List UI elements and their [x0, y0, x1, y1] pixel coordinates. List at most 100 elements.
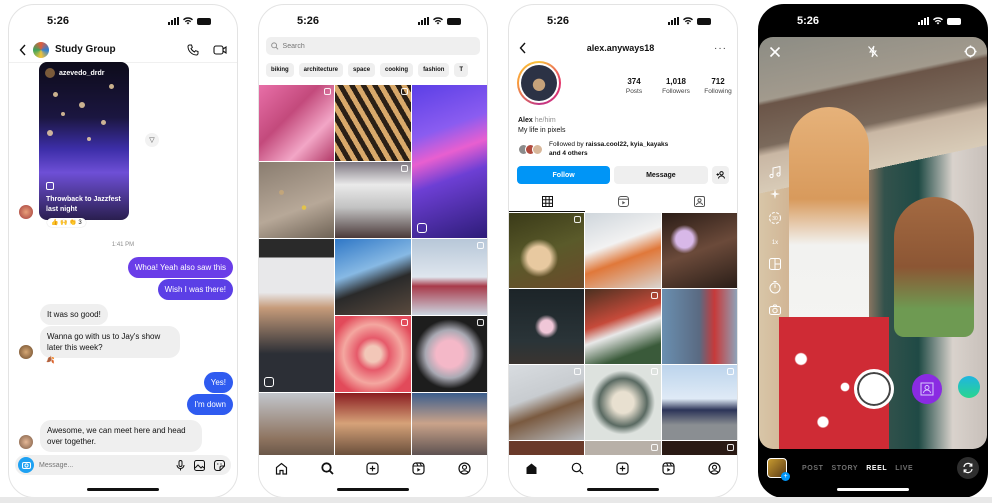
reel-icon — [264, 377, 274, 387]
message-bubble-outgoing[interactable]: Wish I was there! — [157, 279, 233, 300]
mode-reel[interactable]: REEL — [866, 465, 887, 472]
back-chevron-icon[interactable] — [19, 44, 27, 56]
speed-icon[interactable]: 30 — [768, 211, 782, 225]
shared-reel-post[interactable]: azevedo_drdr Throwback to Jazzfest last … — [39, 62, 129, 220]
profile-icon[interactable] — [458, 461, 471, 475]
gallery-icon[interactable] — [194, 459, 205, 471]
explore-tile[interactable] — [335, 316, 411, 392]
microphone-icon[interactable] — [176, 459, 185, 471]
followed-by[interactable]: Followed by raissa.cool22, kyia_kayaks a… — [518, 140, 668, 158]
follow-button[interactable]: Follow — [517, 166, 611, 184]
group-avatar[interactable] — [33, 41, 49, 58]
reel-icon — [650, 292, 658, 299]
message-button[interactable]: Message — [614, 166, 708, 184]
mode-story[interactable]: STORY — [831, 465, 858, 472]
explore-tile[interactable] — [259, 239, 335, 392]
reels-tab-icon[interactable] — [617, 195, 629, 207]
topic-chip[interactable]: architecture — [298, 63, 344, 77]
camera-button[interactable] — [18, 457, 34, 473]
mode-post[interactable]: POST — [802, 465, 823, 472]
profile-post-tile[interactable] — [585, 365, 661, 440]
explore-tile[interactable] — [335, 162, 411, 238]
effect-thumbnail[interactable] — [958, 376, 980, 398]
message-bubble-outgoing[interactable]: I'm down — [187, 394, 233, 415]
speed-label-icon[interactable]: 1x — [768, 234, 782, 248]
camera-icon[interactable] — [768, 303, 782, 317]
video-call-icon[interactable] — [213, 44, 227, 56]
home-icon[interactable] — [525, 462, 538, 475]
reels-icon[interactable] — [662, 461, 675, 475]
profile-icon[interactable] — [708, 461, 721, 475]
add-user-button[interactable] — [711, 166, 729, 184]
stat-following[interactable]: 712 Following — [697, 77, 737, 95]
message-bubble-outgoing[interactable]: Yes! — [203, 372, 233, 393]
camera-mode-selector: POST STORY REEL LIVE — [802, 465, 913, 472]
stat-label: Posts — [625, 88, 643, 95]
more-options-icon[interactable]: ··· — [714, 43, 727, 54]
message-bubble-incoming[interactable]: Awesome, we can meet here and head over … — [40, 420, 202, 452]
topic-chip[interactable]: fashion — [418, 63, 450, 77]
stat-followers[interactable]: 1,018 Followers — [655, 77, 697, 95]
explore-tile[interactable] — [259, 85, 335, 161]
search-input[interactable] — [282, 42, 475, 50]
flash-off-icon[interactable] — [867, 45, 879, 58]
conversation-title[interactable]: Study Group — [55, 44, 187, 55]
message-bubble-incoming[interactable]: Wanna go with us to Jay's show later thi… — [40, 326, 180, 358]
search-icon[interactable] — [321, 461, 334, 475]
profile-avatar-story-ring[interactable] — [517, 61, 561, 105]
profile-post-tile[interactable] — [661, 289, 737, 364]
portrait-effect-icon — [920, 382, 934, 396]
gallery-thumbnail[interactable]: + — [767, 458, 790, 481]
explore-tile[interactable] — [335, 85, 411, 161]
topic-chip[interactable]: T — [454, 63, 469, 77]
search-bar[interactable] — [266, 37, 480, 55]
followed-by-users[interactable]: raissa.cool22, kyia_kayaks — [586, 141, 669, 148]
profile-post-tile[interactable] — [509, 213, 585, 288]
topic-chip[interactable]: cooking — [380, 63, 414, 77]
stat-label: Followers — [662, 88, 690, 95]
phone-call-icon[interactable] — [187, 44, 199, 56]
profile-post-tile[interactable] — [585, 213, 661, 288]
profile-post-tile[interactable] — [661, 365, 737, 440]
create-icon[interactable] — [366, 461, 380, 475]
create-icon[interactable] — [616, 461, 630, 475]
music-icon[interactable] — [768, 165, 782, 179]
effect-thumbnail[interactable] — [912, 374, 942, 404]
grid-tab-icon[interactable] — [541, 195, 553, 207]
capture-button[interactable] — [854, 369, 894, 409]
post-author[interactable]: azevedo_drdr — [45, 68, 105, 78]
flip-camera-button[interactable] — [957, 457, 979, 479]
explore-tile[interactable] — [411, 85, 487, 238]
share-icon[interactable]: ▽ — [145, 133, 159, 147]
reels-icon[interactable] — [412, 461, 425, 475]
message-input[interactable] — [34, 461, 176, 469]
explore-tile[interactable] — [411, 316, 487, 392]
message-bubble-outgoing[interactable]: Whoa! Yeah also saw this — [127, 257, 233, 278]
mode-live[interactable]: LIVE — [895, 465, 913, 472]
profile-post-tile[interactable] — [585, 289, 661, 364]
followed-by-others[interactable]: and 4 others — [549, 150, 588, 157]
topic-chip[interactable]: biking — [266, 63, 294, 77]
explore-tile[interactable] — [259, 162, 335, 238]
profile-post-tile[interactable] — [661, 213, 737, 288]
stat-posts[interactable]: 374 Posts — [613, 77, 655, 95]
profile-post-tile[interactable] — [509, 365, 585, 440]
close-icon[interactable] — [769, 46, 781, 58]
settings-icon[interactable] — [964, 45, 977, 58]
status-time: 5:26 — [797, 15, 820, 27]
home-icon[interactable] — [275, 462, 288, 475]
topic-chip[interactable]: space — [348, 63, 376, 77]
sticker-icon[interactable] — [214, 459, 225, 471]
layout-icon[interactable] — [768, 257, 782, 271]
explore-tile[interactable] — [335, 239, 411, 315]
search-icon[interactable] — [571, 462, 584, 475]
followed-by-prefix: Followed by — [549, 141, 586, 148]
tagged-tab-icon[interactable] — [693, 195, 705, 207]
message-bubble-incoming[interactable]: It was so good! — [40, 304, 108, 325]
effects-icon[interactable] — [768, 188, 782, 202]
message-reactions[interactable]: 👍 🙌 👏 3 — [47, 218, 86, 227]
timer-icon[interactable] — [768, 280, 782, 294]
profile-post-tile[interactable] — [509, 289, 585, 364]
back-chevron-icon[interactable] — [519, 42, 527, 54]
explore-tile[interactable] — [411, 239, 487, 315]
